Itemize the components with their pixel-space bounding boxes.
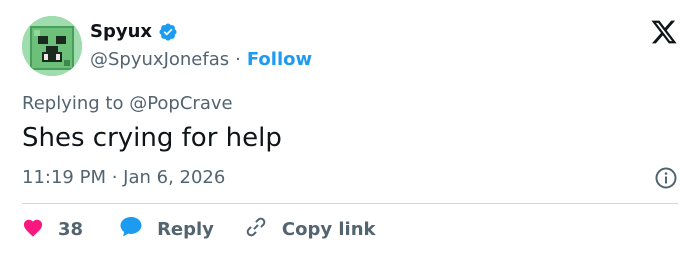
like-button[interactable]: 38 bbox=[22, 217, 83, 242]
reply-button[interactable]: Reply bbox=[119, 216, 214, 243]
author-name-row: Spyux bbox=[90, 21, 178, 42]
x-logo-icon[interactable] bbox=[650, 18, 678, 46]
copy-link-button[interactable]: Copy link bbox=[244, 215, 376, 244]
info-icon[interactable] bbox=[654, 166, 678, 190]
creeper-avatar-icon bbox=[22, 16, 82, 76]
link-icon bbox=[244, 215, 268, 244]
separator-dot: · bbox=[235, 49, 241, 70]
action-bar: 38 Reply Copy link bbox=[22, 216, 376, 242]
verified-badge-icon bbox=[158, 22, 178, 42]
heart-icon bbox=[22, 217, 44, 242]
replying-to-mention[interactable]: @PopCrave bbox=[129, 93, 232, 114]
author-handle[interactable]: @SpyuxJonefas bbox=[90, 49, 229, 70]
replying-to: Replying to @PopCrave bbox=[22, 93, 233, 114]
tweet-timestamp[interactable]: 11:19 PM · Jan 6, 2026 bbox=[22, 167, 225, 188]
like-count: 38 bbox=[58, 218, 84, 240]
author-display-name[interactable]: Spyux bbox=[90, 21, 152, 42]
divider bbox=[22, 203, 678, 204]
author-handle-row: @SpyuxJonefas · Follow bbox=[90, 49, 312, 70]
reply-label: Reply bbox=[157, 218, 214, 240]
follow-button[interactable]: Follow bbox=[247, 49, 312, 70]
copy-link-label: Copy link bbox=[281, 218, 376, 240]
avatar[interactable] bbox=[22, 16, 82, 76]
tweet-text: Shes crying for help bbox=[22, 123, 282, 153]
speech-bubble-icon bbox=[119, 216, 143, 243]
tweet-card: Spyux @SpyuxJonefas · Follow Replying to… bbox=[0, 0, 700, 256]
replying-to-prefix: Replying to bbox=[22, 93, 130, 114]
